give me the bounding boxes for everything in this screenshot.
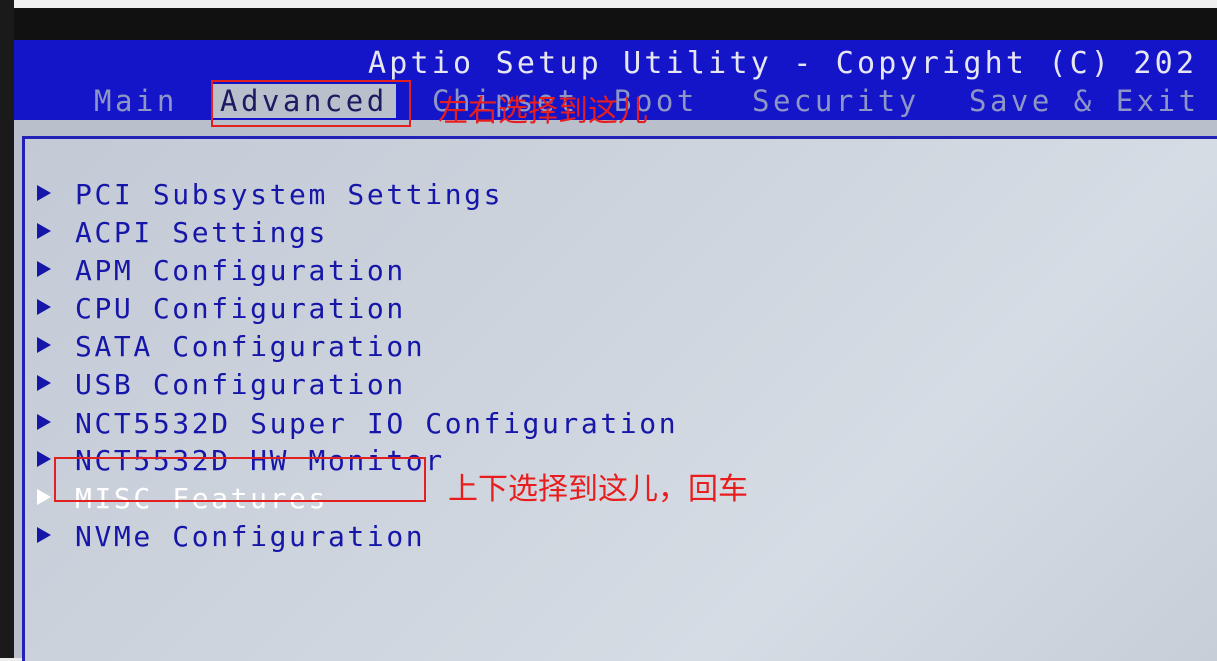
monitor-bezel-left: [0, 0, 14, 658]
advanced-tab-highlight-box: [211, 80, 411, 127]
triangle-right-icon: [37, 299, 51, 315]
photo-top-edge: [0, 0, 1217, 8]
bios-screen: Aptio Setup Utility - Copyright (C) 202 …: [14, 40, 1217, 661]
menu-item-usb-configuration[interactable]: USB Configuration: [37, 368, 406, 402]
misc-features-highlight-box: [54, 457, 426, 502]
tab-main[interactable]: Main: [94, 84, 178, 118]
triangle-right-icon: [37, 451, 51, 467]
tab-save-exit[interactable]: Save & Exit: [969, 84, 1200, 118]
triangle-right-icon: [37, 185, 51, 201]
menu-item-acpi-settings[interactable]: ACPI Settings: [37, 216, 328, 250]
advanced-menu-panel: PCI Subsystem Settings ACPI Settings APM…: [22, 136, 1217, 661]
tab-security[interactable]: Security: [752, 84, 920, 118]
triangle-right-icon: [37, 489, 51, 505]
item-hint-annotation: 上下选择到这儿，回车: [448, 472, 748, 507]
triangle-right-icon: [37, 414, 51, 430]
bios-title: Aptio Setup Utility - Copyright (C) 202: [368, 46, 1198, 81]
triangle-right-icon: [37, 375, 51, 391]
menu-item-super-io-configuration[interactable]: NCT5532D Super IO Configuration: [37, 407, 678, 441]
triangle-right-icon: [37, 223, 51, 239]
tab-hint-annotation: 左右选择到这儿: [438, 94, 648, 129]
menu-item-nvme-configuration[interactable]: NVMe Configuration: [37, 520, 425, 554]
menu-item-cpu-configuration[interactable]: CPU Configuration: [37, 292, 406, 326]
menu-item-pci-subsystem[interactable]: PCI Subsystem Settings: [37, 178, 503, 212]
triangle-right-icon: [37, 261, 51, 277]
menu-item-sata-configuration[interactable]: SATA Configuration: [37, 330, 425, 364]
triangle-right-icon: [37, 337, 51, 353]
menu-item-apm-configuration[interactable]: APM Configuration: [37, 254, 406, 288]
triangle-right-icon: [37, 527, 51, 543]
